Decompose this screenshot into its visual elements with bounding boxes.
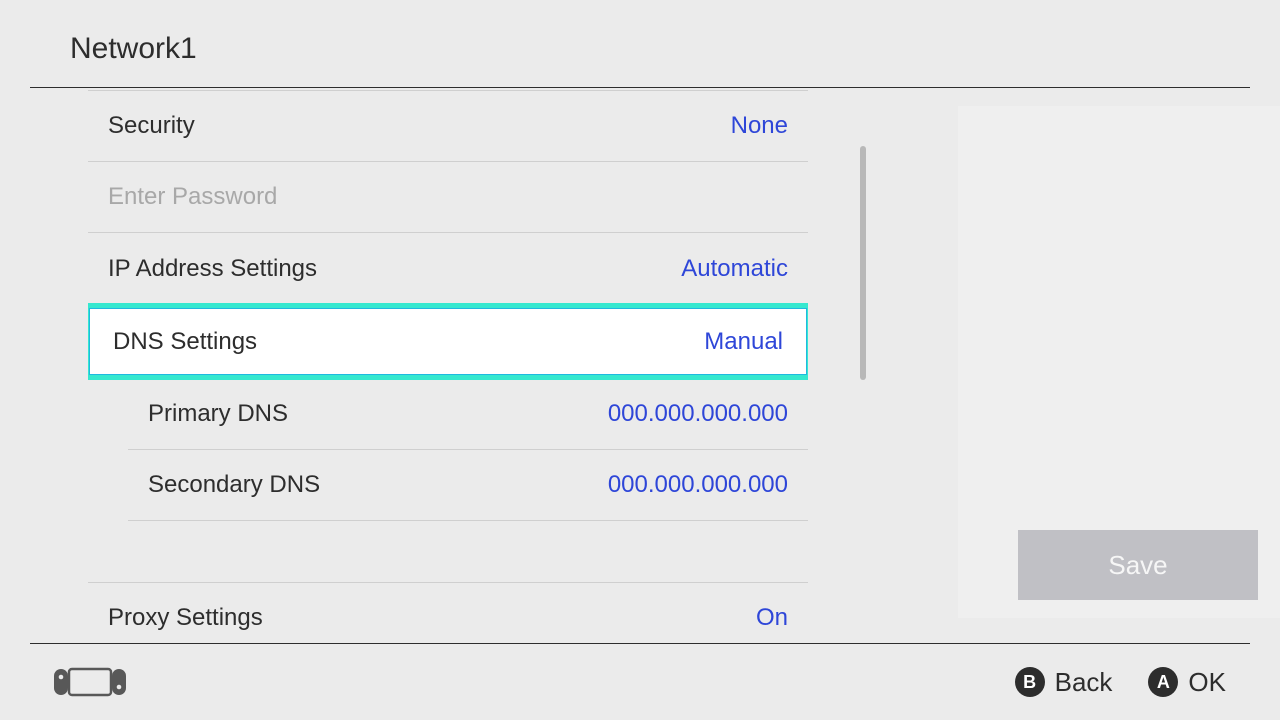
b-button-icon: B xyxy=(1015,667,1045,697)
row-proxy-settings[interactable]: Proxy Settings On xyxy=(88,583,808,642)
controller-icon xyxy=(54,667,126,697)
a-button-icon: A xyxy=(1148,667,1178,697)
row-label: Primary DNS xyxy=(148,400,288,428)
back-label: Back xyxy=(1055,667,1113,698)
row-value: 000.000.000.000 xyxy=(608,400,788,428)
row-label: Secondary DNS xyxy=(148,471,320,499)
row-value: Manual xyxy=(704,328,783,356)
row-label: Security xyxy=(108,112,195,140)
save-button: Save xyxy=(1018,530,1258,600)
footer-actions: B Back A OK xyxy=(1015,667,1226,698)
back-action[interactable]: B Back xyxy=(1015,667,1113,698)
scrollbar[interactable] xyxy=(860,102,866,622)
scrollbar-thumb[interactable] xyxy=(860,146,866,380)
row-label: IP Address Settings xyxy=(108,255,317,283)
row-value: 000.000.000.000 xyxy=(608,471,788,499)
row-primary-dns[interactable]: Primary DNS 000.000.000.000 xyxy=(128,379,808,450)
dns-subrows: Primary DNS 000.000.000.000 Secondary DN… xyxy=(88,379,808,521)
row-label: DNS Settings xyxy=(113,328,257,356)
row-label: Enter Password xyxy=(108,183,277,211)
save-button-label: Save xyxy=(1108,550,1167,581)
row-dns-settings[interactable]: DNS Settings Manual xyxy=(88,303,808,380)
row-security[interactable]: Security None xyxy=(88,91,808,162)
main-area: SSID MySSID Security None Enter Password… xyxy=(88,88,1280,642)
row-ip-address-settings[interactable]: IP Address Settings Automatic xyxy=(88,233,808,304)
row-label: Proxy Settings xyxy=(108,604,263,632)
row-value: Automatic xyxy=(681,255,788,283)
ok-action[interactable]: A OK xyxy=(1148,667,1226,698)
footer: B Back A OK xyxy=(0,644,1280,720)
row-secondary-dns[interactable]: Secondary DNS 000.000.000.000 xyxy=(128,450,808,521)
row-enter-password: Enter Password xyxy=(88,162,808,233)
ok-label: OK xyxy=(1188,667,1226,698)
settings-list-inner: SSID MySSID Security None Enter Password… xyxy=(88,88,808,642)
settings-list: SSID MySSID Security None Enter Password… xyxy=(88,88,808,642)
row-value: None xyxy=(731,112,788,140)
row-value: On xyxy=(756,604,788,632)
page-title: Network1 xyxy=(70,32,197,66)
section-gap xyxy=(88,521,808,583)
